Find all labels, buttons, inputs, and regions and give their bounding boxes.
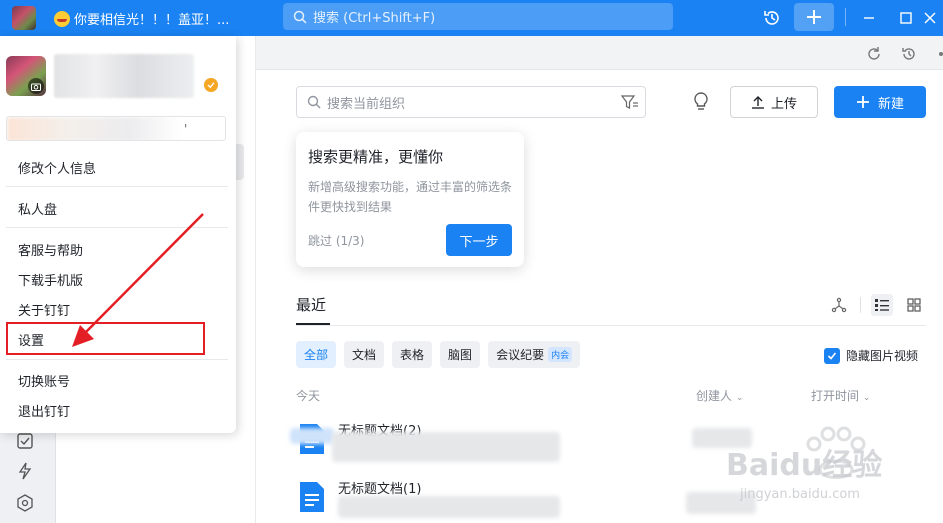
annotation-arrow	[72, 213, 204, 347]
